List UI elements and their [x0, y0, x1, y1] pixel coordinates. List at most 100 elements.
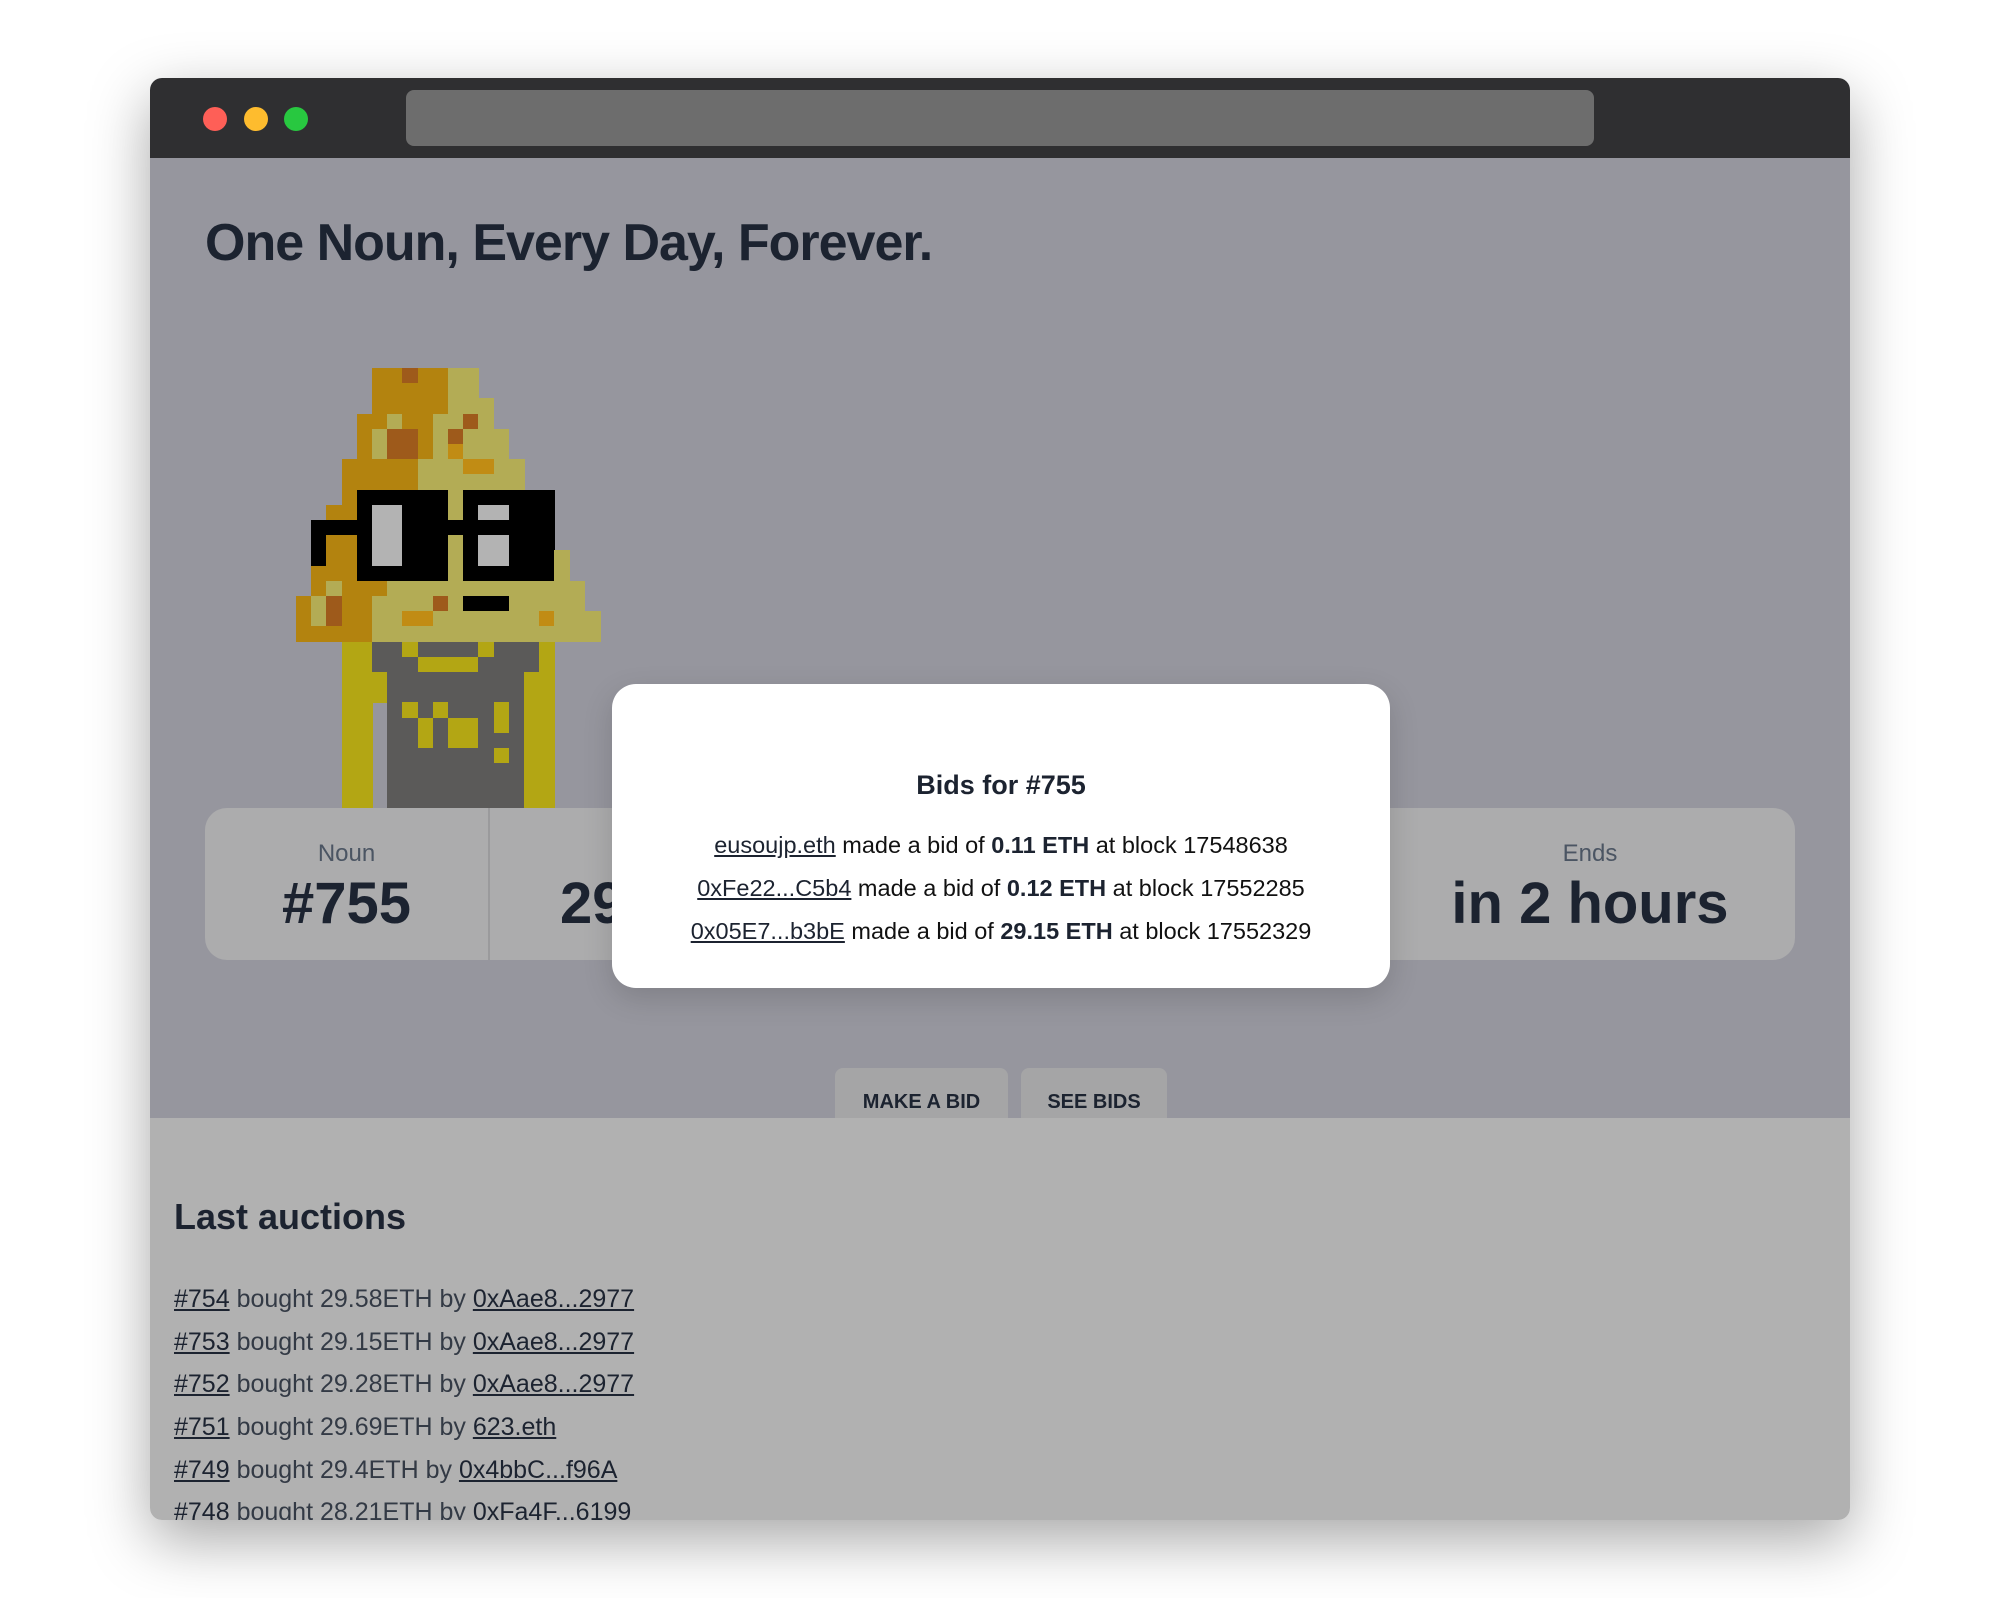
noun-pixel	[432, 641, 449, 658]
buyer-link[interactable]: 0x4bbC...f96A	[459, 1456, 617, 1484]
address-bar[interactable]	[406, 90, 1594, 146]
noun-pixel	[463, 656, 479, 673]
noun-pixel	[539, 550, 555, 567]
bid-text: at block	[1089, 832, 1184, 858]
noun-pixel	[387, 687, 403, 703]
noun-pixel	[524, 641, 540, 658]
buyer-link[interactable]: 0xAae8...2977	[473, 1285, 634, 1313]
noun-pixel	[356, 550, 373, 567]
noun-pixel	[372, 413, 388, 430]
noun-pixel	[341, 672, 358, 688]
bid-amount: 0.11 ETH	[991, 832, 1090, 858]
bid-list: eusoujp.eth made a bid of 0.11 ETH at bl…	[612, 824, 1390, 953]
bidder-link[interactable]: 0x05E7...b3bE	[691, 918, 845, 944]
noun-pixel	[493, 565, 510, 582]
noun-pixel	[432, 535, 449, 551]
noun-pixel	[448, 504, 464, 521]
noun-label: Noun	[317, 840, 376, 867]
block-number: 17548638	[1183, 832, 1288, 858]
bid-item: 0xFe22...C5b4 made a bid of 0.12 ETH at …	[612, 867, 1390, 910]
noun-pixel	[326, 565, 343, 582]
noun-pixel	[341, 732, 358, 749]
noun-link[interactable]: #748	[174, 1498, 230, 1520]
noun-pixel	[341, 717, 358, 734]
noun-pixel	[463, 732, 479, 749]
noun-pixel	[508, 520, 525, 536]
noun-pixel	[311, 520, 327, 536]
buyer-link[interactable]: 0xAae8...2977	[473, 1370, 634, 1398]
buyer-link[interactable]: 0xAae8...2977	[473, 1328, 634, 1356]
noun-pixel	[417, 580, 434, 597]
noun-pixel	[387, 474, 403, 491]
noun-pixel	[387, 672, 403, 688]
noun-pixel	[463, 368, 479, 384]
noun-pixel	[372, 550, 388, 567]
noun-pixel	[493, 504, 510, 521]
noun-pixel	[356, 626, 373, 643]
noun-pixel	[296, 596, 312, 612]
close-window-button[interactable]	[203, 107, 227, 131]
noun-pixel	[356, 687, 373, 703]
noun-pixel	[478, 398, 495, 415]
buyer-link[interactable]: 0xFa4F...6199	[473, 1498, 631, 1520]
noun-link[interactable]: #754	[174, 1285, 230, 1313]
auction-text: bought 29.4ETH by	[229, 1455, 459, 1484]
noun-pixel	[341, 596, 358, 612]
noun-pixel	[432, 778, 449, 795]
noun-link[interactable]: #752	[174, 1370, 230, 1398]
noun-pixel	[539, 687, 555, 703]
noun-pixel	[463, 504, 479, 521]
noun-pixel	[311, 611, 327, 627]
noun-pixel	[387, 535, 403, 551]
noun-pixel	[432, 413, 449, 430]
buyer-link[interactable]: 623.eth	[473, 1413, 556, 1441]
noun-pixel	[387, 368, 403, 384]
page-title: One Noun, Every Day, Forever.	[205, 214, 933, 272]
noun-pixel	[402, 413, 419, 430]
noun-pixel	[524, 656, 540, 673]
noun-pixel	[478, 504, 495, 521]
noun-pixel	[463, 459, 479, 475]
bidder-link[interactable]: eusoujp.eth	[714, 832, 836, 858]
noun-pixel	[372, 398, 388, 415]
noun-pixel	[372, 656, 388, 673]
noun-pixel	[372, 641, 388, 658]
noun-pixel	[341, 656, 358, 673]
noun-pixel	[372, 474, 388, 491]
noun-pixel	[432, 717, 449, 734]
noun-link[interactable]: #751	[174, 1413, 230, 1441]
noun-pixel	[387, 778, 403, 795]
bid-text: made a bid of	[835, 832, 992, 858]
noun-pixel	[387, 763, 403, 779]
noun-pixel	[524, 535, 540, 551]
noun-pixel	[387, 596, 403, 612]
noun-pixel	[478, 596, 495, 612]
bids-modal: Bids for #755 eusoujp.eth made a bid of …	[612, 684, 1390, 988]
minimize-window-button[interactable]	[244, 107, 268, 131]
noun-pixel	[493, 611, 510, 627]
noun-pixel	[402, 611, 419, 627]
noun-pixel	[402, 504, 419, 521]
last-auctions-title: Last auctions	[174, 1196, 407, 1237]
noun-pixel	[417, 444, 434, 460]
bidder-link[interactable]: 0xFe22...C5b4	[697, 875, 851, 901]
noun-pixel	[356, 428, 373, 445]
noun-pixel	[524, 732, 540, 749]
noun-pixel	[417, 565, 434, 582]
noun-pixel	[432, 474, 449, 491]
maximize-window-button[interactable]	[284, 107, 308, 131]
bid-text: made a bid of	[844, 918, 1001, 944]
noun-link[interactable]: #753	[174, 1328, 230, 1356]
noun-pixel	[432, 398, 449, 415]
noun-pixel	[448, 596, 464, 612]
noun-pixel	[402, 398, 419, 415]
noun-pixel	[402, 550, 419, 567]
noun-pixel	[356, 748, 373, 764]
noun-pixel	[387, 398, 403, 415]
noun-pixel	[372, 535, 388, 551]
noun-link[interactable]: #749	[174, 1456, 230, 1484]
noun-pixel	[508, 535, 525, 551]
noun-pixel	[448, 717, 464, 734]
noun-pixel	[478, 626, 495, 643]
noun-pixel	[326, 626, 343, 643]
